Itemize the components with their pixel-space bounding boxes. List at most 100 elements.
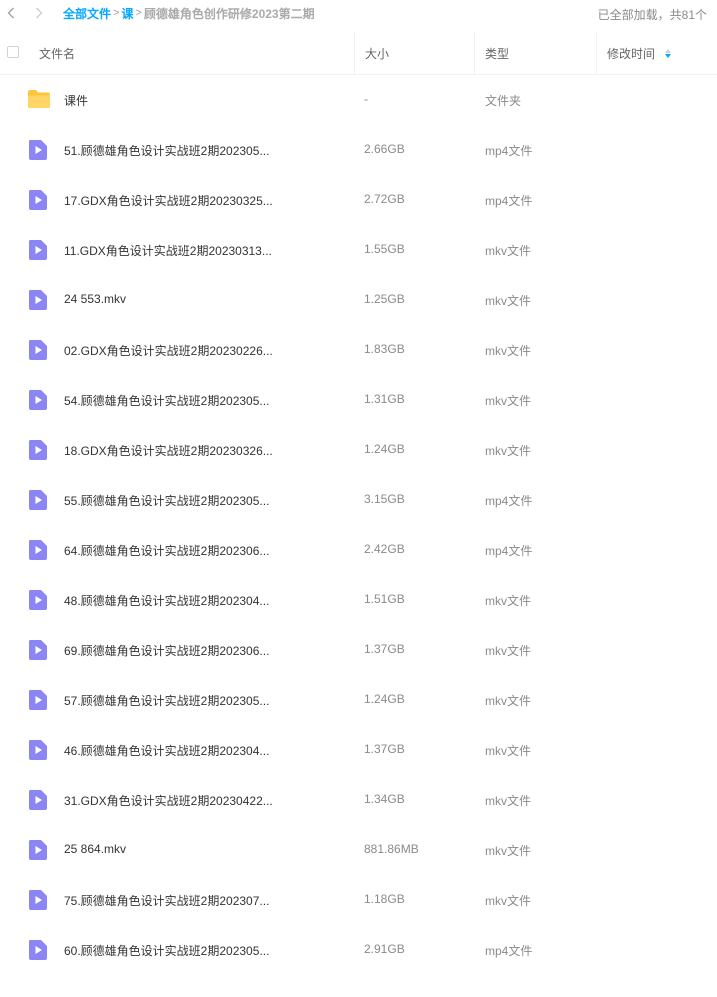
file-row[interactable]: 24 553.mkv 1.25GB mkv文件 (0, 275, 717, 325)
file-row[interactable]: 31.GDX角色设计实战班2期20230422... 1.34GB mkv文件 (0, 775, 717, 825)
file-type: mkv文件 (485, 844, 531, 858)
file-name[interactable]: 55.顾德雄角色设计实战班2期202305... (64, 492, 269, 509)
file-row[interactable]: 25 864.mkv 881.86MB mkv文件 (0, 825, 717, 875)
file-row[interactable]: 64.顾德雄角色设计实战班2期202306... 2.42GB mp4文件 (0, 525, 717, 575)
file-type: mkv文件 (485, 444, 531, 458)
file-list-header: 文件名 大小 类型 修改时间 (0, 32, 717, 75)
file-type: mp4文件 (485, 944, 533, 958)
file-type: mp4文件 (485, 494, 533, 508)
column-header-name[interactable]: 文件名 (39, 32, 75, 74)
video-file-icon (27, 839, 49, 861)
file-row[interactable]: 69.顾德雄角色设计实战班2期202306... 1.37GB mkv文件 (0, 625, 717, 675)
breadcrumb-separator-icon: > (135, 7, 142, 19)
file-row[interactable]: 46.顾德雄角色设计实战班2期202304... 1.37GB mkv文件 (0, 725, 717, 775)
file-name[interactable]: 48.顾德雄角色设计实战班2期202304... (64, 592, 269, 609)
file-name[interactable]: 57.顾德雄角色设计实战班2期202305... (64, 692, 269, 709)
select-all-checkbox[interactable] (7, 46, 19, 58)
file-size: 2.66GB (364, 142, 405, 156)
file-row[interactable]: 75.顾德雄角色设计实战班2期202307... 1.18GB mkv文件 (0, 875, 717, 925)
video-file-icon (27, 789, 49, 811)
file-row[interactable]: 17.GDX角色设计实战班2期20230325... 2.72GB mp4文件 (0, 175, 717, 225)
file-name[interactable]: 46.顾德雄角色设计实战班2期202304... (64, 742, 269, 759)
file-type: mp4文件 (485, 144, 533, 158)
column-header-type[interactable]: 类型 (474, 32, 596, 74)
video-file-icon (27, 339, 49, 361)
file-name[interactable]: 11.GDX角色设计实战班2期20230313... (64, 242, 272, 259)
file-type: mkv文件 (485, 244, 531, 258)
video-file-icon (27, 939, 49, 961)
file-type: mp4文件 (485, 194, 533, 208)
video-file-icon (27, 739, 49, 761)
file-size: 2.42GB (364, 542, 405, 556)
file-row[interactable]: 51.顾德雄角色设计实战班2期202305... 2.66GB mp4文件 (0, 125, 717, 175)
sort-icon[interactable] (665, 48, 672, 58)
video-file-icon (27, 689, 49, 711)
forward-arrow-icon[interactable] (32, 6, 46, 20)
file-row[interactable]: 60.顾德雄角色设计实战班2期202305... 2.91GB mp4文件 (0, 925, 717, 975)
file-row[interactable]: 18.GDX角色设计实战班2期20230326... 1.24GB mkv文件 (0, 425, 717, 475)
file-size: - (364, 92, 368, 106)
video-file-icon (27, 889, 49, 911)
file-size: 1.83GB (364, 342, 405, 356)
file-row[interactable]: 11.GDX角色设计实战班2期20230313... 1.55GB mkv文件 (0, 225, 717, 275)
file-size: 1.24GB (364, 442, 405, 456)
column-header-modified[interactable]: 修改时间 (596, 32, 717, 74)
file-size: 1.34GB (364, 792, 405, 806)
file-row[interactable]: 02.GDX角色设计实战班2期20230226... 1.83GB mkv文件 (0, 325, 717, 375)
file-name[interactable]: 69.顾德雄角色设计实战班2期202306... (64, 642, 269, 659)
breadcrumb-root[interactable]: 全部文件 (63, 5, 111, 22)
file-type: mkv文件 (485, 794, 531, 808)
file-name[interactable]: 54.顾德雄角色设计实战班2期202305... (64, 392, 269, 409)
file-name[interactable]: 64.顾德雄角色设计实战班2期202306... (64, 542, 269, 559)
column-header-type-label: 类型 (485, 46, 510, 61)
file-name[interactable]: 18.GDX角色设计实战班2期20230326... (64, 442, 273, 459)
breadcrumb-separator-icon: > (113, 7, 120, 19)
file-size: 881.86MB (364, 842, 419, 856)
file-type: mkv文件 (485, 894, 531, 908)
file-row[interactable]: 55.顾德雄角色设计实战班2期202305... 3.15GB mp4文件 (0, 475, 717, 525)
file-name[interactable]: 60.顾德雄角色设计实战班2期202305... (64, 942, 269, 959)
file-type: 文件夹 (485, 94, 522, 108)
video-file-icon (27, 639, 49, 661)
column-header-name-label: 文件名 (39, 46, 76, 61)
file-name[interactable]: 51.顾德雄角色设计实战班2期202305... (64, 142, 269, 159)
file-size: 1.37GB (364, 742, 405, 756)
file-type: mp4文件 (485, 544, 533, 558)
video-file-icon (27, 139, 49, 161)
file-row[interactable]: 54.顾德雄角色设计实战班2期202305... 1.31GB mkv文件 (0, 375, 717, 425)
column-header-size[interactable]: 大小 (354, 32, 474, 74)
load-status-text: 已全部加载，共81个 (597, 8, 707, 22)
file-size: 1.18GB (364, 892, 405, 906)
video-file-icon (27, 239, 49, 261)
video-file-icon (27, 189, 49, 211)
file-name[interactable]: 课件 (64, 92, 88, 109)
column-header-size-label: 大小 (365, 46, 390, 61)
file-size: 1.24GB (364, 692, 405, 706)
file-type: mkv文件 (485, 294, 531, 308)
file-row[interactable]: 57.顾德雄角色设计实战班2期202305... 1.24GB mkv文件 (0, 675, 717, 725)
video-file-icon (27, 289, 49, 311)
file-size: 2.72GB (364, 192, 405, 206)
back-arrow-icon[interactable] (4, 6, 18, 20)
file-name[interactable]: 31.GDX角色设计实战班2期20230422... (64, 792, 273, 809)
file-type: mkv文件 (485, 694, 531, 708)
file-type: mkv文件 (485, 594, 531, 608)
file-row[interactable]: 48.顾德雄角色设计实战班2期202304... 1.51GB mkv文件 (0, 575, 717, 625)
file-name[interactable]: 24 553.mkv (64, 292, 126, 306)
file-name[interactable]: 17.GDX角色设计实战班2期20230325... (64, 192, 273, 209)
file-type: mkv文件 (485, 394, 531, 408)
file-size: 3.15GB (364, 492, 405, 506)
file-name[interactable]: 02.GDX角色设计实战班2期20230226... (64, 342, 273, 359)
file-row[interactable]: 课件 - 文件夹 (0, 75, 717, 125)
file-size: 1.31GB (364, 392, 405, 406)
file-type: mkv文件 (485, 644, 531, 658)
breadcrumb-level1[interactable]: 课 (121, 5, 133, 22)
file-size: 1.55GB (364, 242, 405, 256)
video-file-icon (27, 589, 49, 611)
column-header-modified-label: 修改时间 (607, 46, 656, 61)
file-name[interactable]: 75.顾德雄角色设计实战班2期202307... (64, 892, 269, 909)
video-file-icon (27, 439, 49, 461)
file-name[interactable]: 25 864.mkv (64, 842, 126, 856)
file-size: 1.51GB (364, 592, 405, 606)
video-file-icon (27, 389, 49, 411)
